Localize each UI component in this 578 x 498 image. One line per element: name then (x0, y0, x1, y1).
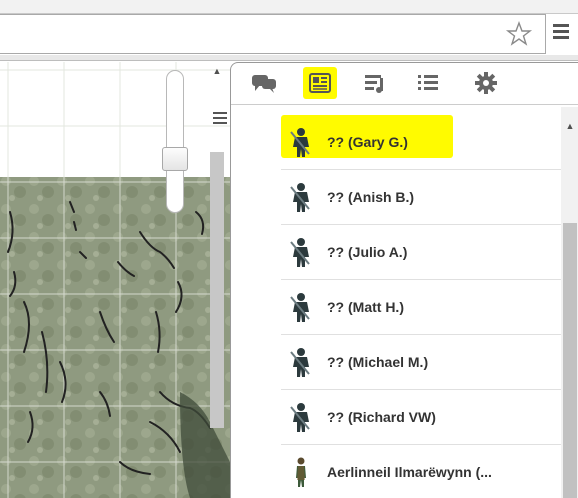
roster-item-label: ?? (Anish B.) (327, 189, 415, 205)
warrior-avatar-icon (290, 293, 310, 322)
roster-item-label: ?? (Gary G.) (327, 134, 408, 150)
warrior-avatar-icon (290, 238, 310, 267)
map-scrollbar-thumb[interactable] (210, 152, 224, 428)
tab-journal[interactable] (303, 67, 337, 99)
hamburger-menu-icon[interactable] (553, 24, 569, 40)
chat-bubbles-icon (252, 75, 276, 93)
browser-tab-strip (0, 0, 578, 14)
roster-item-label: ?? (Matt H.) (327, 299, 404, 315)
journal-icon (309, 73, 331, 93)
browser-toolbar-edge (0, 55, 578, 61)
warrior-avatar-icon (290, 403, 310, 432)
sidebar-panel: ?? (Gary G.) ?? (Anish B.) ?? (Julio A.) (230, 62, 578, 498)
character-roster: ?? (Gary G.) ?? (Anish B.) ?? (Julio A.) (281, 115, 563, 498)
roster-item[interactable]: ?? (Michael M.) (281, 335, 563, 390)
roster-item-label: ?? (Richard VW) (327, 409, 436, 425)
tab-compendium[interactable] (357, 67, 391, 99)
compendium-icon (365, 75, 383, 93)
battle-map (0, 62, 230, 498)
star-icon[interactable] (505, 20, 533, 48)
sidebar-scroll-up-arrow[interactable]: ▲ (561, 119, 578, 133)
roster-item-label: ?? (Michael M.) (327, 354, 429, 370)
list-icon (418, 75, 438, 90)
warrior-avatar-icon (290, 128, 310, 157)
warrior-avatar-icon (290, 348, 310, 377)
map-scroll-up-arrow[interactable]: ▲ (208, 62, 226, 80)
roster-item[interactable]: Aerlinneil Ilmarëwynn (... (281, 445, 563, 498)
roster-item-label: ?? (Julio A.) (327, 244, 408, 260)
roster-item-label: Aerlinneil Ilmarëwynn (... (327, 464, 492, 480)
zoom-slider-handle[interactable] (162, 147, 188, 171)
roster-item[interactable]: ?? (Matt H.) (281, 280, 563, 335)
roster-item[interactable]: ?? (Anish B.) (281, 170, 563, 225)
gear-icon (475, 72, 497, 94)
address-bar[interactable] (0, 14, 546, 54)
sidebar-scrollbar-thumb[interactable] (563, 223, 577, 498)
zoom-slider-track[interactable] (166, 70, 184, 213)
sidebar-tab-bar (231, 63, 578, 105)
tab-chat[interactable] (247, 67, 281, 99)
tab-settings[interactable] (469, 67, 503, 99)
roster-item[interactable]: ?? (Richard VW) (281, 390, 563, 445)
roster-item[interactable]: ?? (Julio A.) (281, 225, 563, 280)
map-canvas[interactable] (0, 62, 230, 498)
elf-avatar-icon (296, 457, 306, 487)
warrior-avatar-icon (290, 183, 310, 212)
panel-menu-icon[interactable] (213, 112, 227, 128)
roster-item[interactable]: ?? (Gary G.) (281, 115, 563, 170)
tab-list[interactable] (411, 67, 445, 99)
